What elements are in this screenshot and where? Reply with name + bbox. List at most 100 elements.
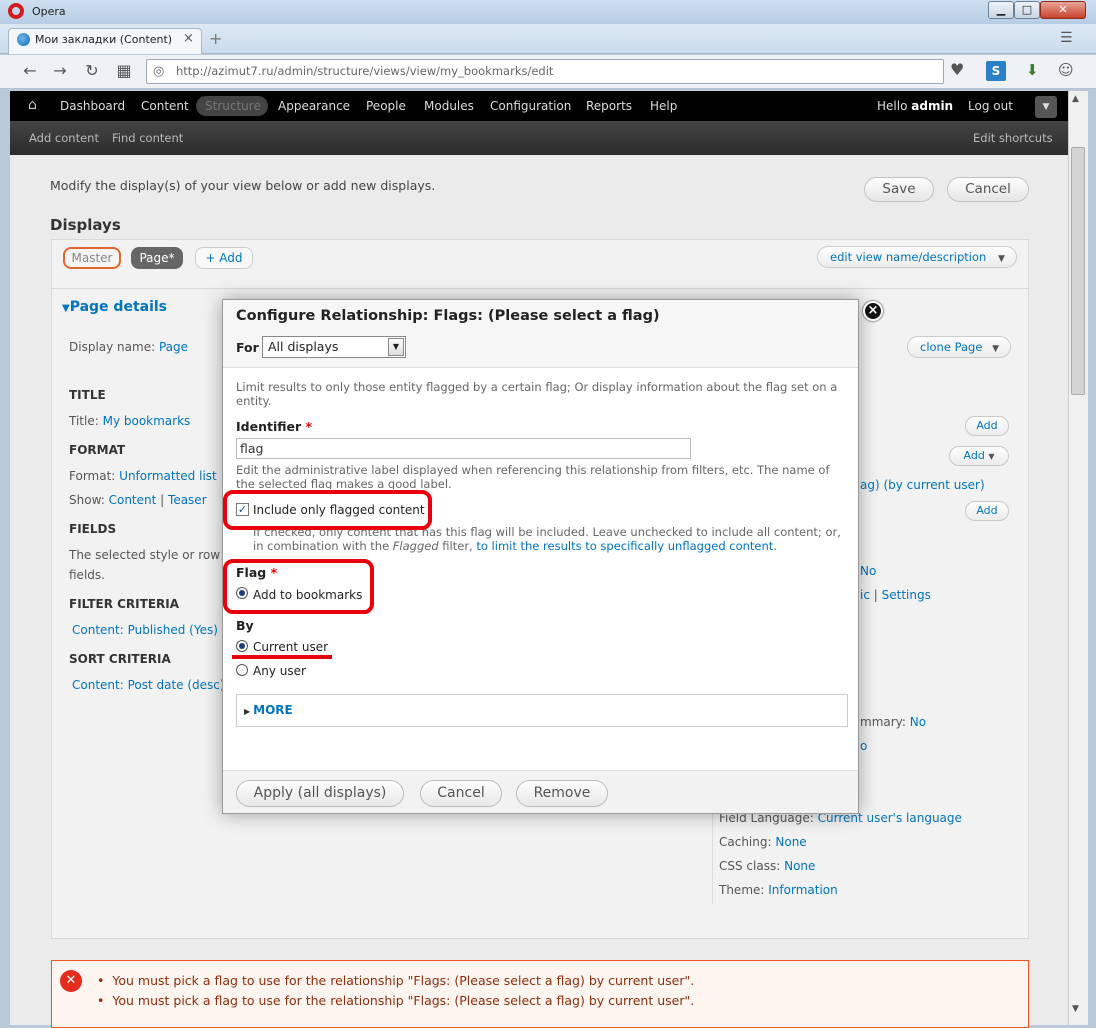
tab-title: Мои закладки (Content) | Sit [35,33,175,46]
page-details-toggle[interactable]: ▼Page details [62,299,167,315]
toolbar-item-people[interactable]: People [366,99,406,113]
by-option-current-user[interactable]: Current user [253,640,328,654]
speed-dial-grid-icon[interactable]: ▦ [113,61,135,80]
logout-link[interactable]: Log out [968,99,1013,113]
add-button[interactable]: Add [965,416,1009,436]
tab-close-icon[interactable]: × [183,31,194,46]
caching-value[interactable]: None [775,835,806,849]
filter-criteria-heading: FILTER CRITERIA [69,597,180,611]
apply-all-displays-button[interactable]: Apply (all displays) [236,780,404,807]
toolbar-item-modules[interactable]: Modules [424,99,474,113]
caching-row: Caching: None [719,835,807,849]
minimize-button[interactable]: ▁ [988,1,1014,19]
format-heading: FORMAT [69,443,126,457]
clone-page-button[interactable]: clone Page ▼ [907,336,1011,358]
extension-s-icon[interactable]: S [986,61,1006,81]
relationship-item: ag) (by current user) [860,478,985,492]
home-icon[interactable]: ⌂ [28,97,37,113]
by-option-any-user[interactable]: Any user [253,664,306,678]
maximize-button[interactable]: □ [1014,1,1040,19]
shortcut-add-content[interactable]: Add content [29,131,99,145]
annotation-highlight-checkbox [223,490,432,530]
title-label: Title: [69,414,99,428]
error-text: You must pick a flag to use for the rela… [112,993,695,1008]
forward-arrow-icon[interactable]: → [49,61,71,80]
error-message: • You must pick a flag to use for the rel… [97,973,694,988]
identifier-help: Edit the administrative label displayed … [236,463,830,489]
tab-menu-icon[interactable]: ☰ [1060,30,1073,46]
error-icon: ✕ [60,970,82,992]
display-name-value[interactable]: Page [159,340,188,354]
cancel-button[interactable]: Cancel [947,177,1029,202]
title-row: Title: My bookmarks [69,414,190,428]
url-host: http://azimut7.ru [176,64,274,78]
sort-post-date[interactable]: Content: Post date (desc) [72,678,225,692]
window-titlebar [0,0,1096,24]
theme-row: Theme: Information [719,883,838,897]
identifier-input[interactable] [236,438,691,459]
toolbar-item-content[interactable]: Content [141,99,189,113]
for-displays-select[interactable]: All displays [262,336,406,358]
filter-published[interactable]: Content: Published (Yes) [72,623,218,637]
toolbar-item-reports[interactable]: Reports [586,99,632,113]
back-arrow-icon[interactable]: ← [19,61,41,80]
add-display-button[interactable]: + Add [195,247,253,269]
new-tab-icon[interactable]: + [209,29,222,48]
page-details-label: Page details [69,299,168,315]
remove-button[interactable]: Remove [516,780,608,807]
checkbox-help-em: Flagged [392,539,439,553]
download-icon[interactable]: ⬇ [1026,61,1039,79]
toolbar-item-configuration[interactable]: Configuration [490,99,571,113]
toolbar-item-structure[interactable]: Structure [205,99,261,113]
settings-link[interactable]: Settings [882,588,931,602]
username[interactable]: admin [911,99,953,113]
scroll-down-icon[interactable]: ▼ [1072,1004,1079,1014]
save-button[interactable]: Save [864,177,934,202]
globe-icon: ◎ [153,64,165,79]
edit-shortcuts-link[interactable]: Edit shortcuts [973,131,1053,145]
toolbar-item-appearance[interactable]: Appearance [278,99,350,113]
edit-view-name-button[interactable]: edit view name/description ▼ [817,246,1017,268]
setting-no[interactable]: No [860,564,876,578]
add-button-2[interactable]: Add [965,501,1009,521]
toolbar-item-help[interactable]: Help [650,99,677,113]
scrollbar-thumb[interactable] [1071,147,1085,395]
display-tab-master[interactable]: Master [63,247,121,269]
theme-value[interactable]: Information [768,883,837,897]
url-text[interactable]: http://azimut7.ru/admin/structure/views/… [176,64,553,78]
annotation-underline-current-user [232,655,332,659]
css-class-value[interactable]: None [784,859,815,873]
display-tab-page[interactable]: Page* [131,247,183,269]
show-value-teaser[interactable]: Teaser [168,493,207,507]
toolbar-item-dashboard[interactable]: Dashboard [60,99,125,113]
more-toggle[interactable]: ▶ MORE [244,703,293,717]
relationship-link[interactable]: ag) (by current user) [860,478,985,492]
summary-value[interactable]: No [910,715,926,729]
setting-o[interactable]: o [860,739,867,753]
user-account-icon[interactable]: ☺ [1058,61,1074,79]
error-message: • You must pick a flag to use for the rel… [97,993,694,1008]
dialog-close-icon[interactable]: × [863,301,883,321]
dialog-title: Configure Relationship: Flags: (Please s… [236,308,660,324]
select-arrow-icon[interactable]: ▼ [388,338,404,356]
title-value[interactable]: My bookmarks [103,414,191,428]
format-value[interactable]: Unformatted list [119,469,217,483]
scroll-up-icon[interactable]: ▲ [1072,94,1079,104]
identifier-label: Identifier * [236,419,312,434]
toolbar-toggle-icon[interactable]: ▼ [1035,96,1057,118]
more-fieldset [236,694,848,727]
opera-logo-icon[interactable] [8,3,24,19]
page-intro: Modify the display(s) of your view below… [50,178,436,193]
setting-ic[interactable]: ic [860,588,870,602]
by-radio-current-user[interactable] [236,640,248,652]
dialog-cancel-button[interactable]: Cancel [420,780,502,807]
chevron-down-icon: ▼ [988,452,995,461]
unflagged-content-link[interactable]: to limit the results to specifically unf… [476,539,773,553]
add-relationship-button[interactable]: Add ▼ [949,446,1009,466]
shortcut-find-content[interactable]: Find content [112,131,183,145]
by-radio-any-user[interactable] [236,664,248,676]
heart-bookmark-icon[interactable]: ♥ [950,60,964,79]
reload-icon[interactable]: ↻ [81,61,103,80]
close-window-button[interactable]: ✕ [1040,1,1086,19]
show-value[interactable]: Content [109,493,157,507]
